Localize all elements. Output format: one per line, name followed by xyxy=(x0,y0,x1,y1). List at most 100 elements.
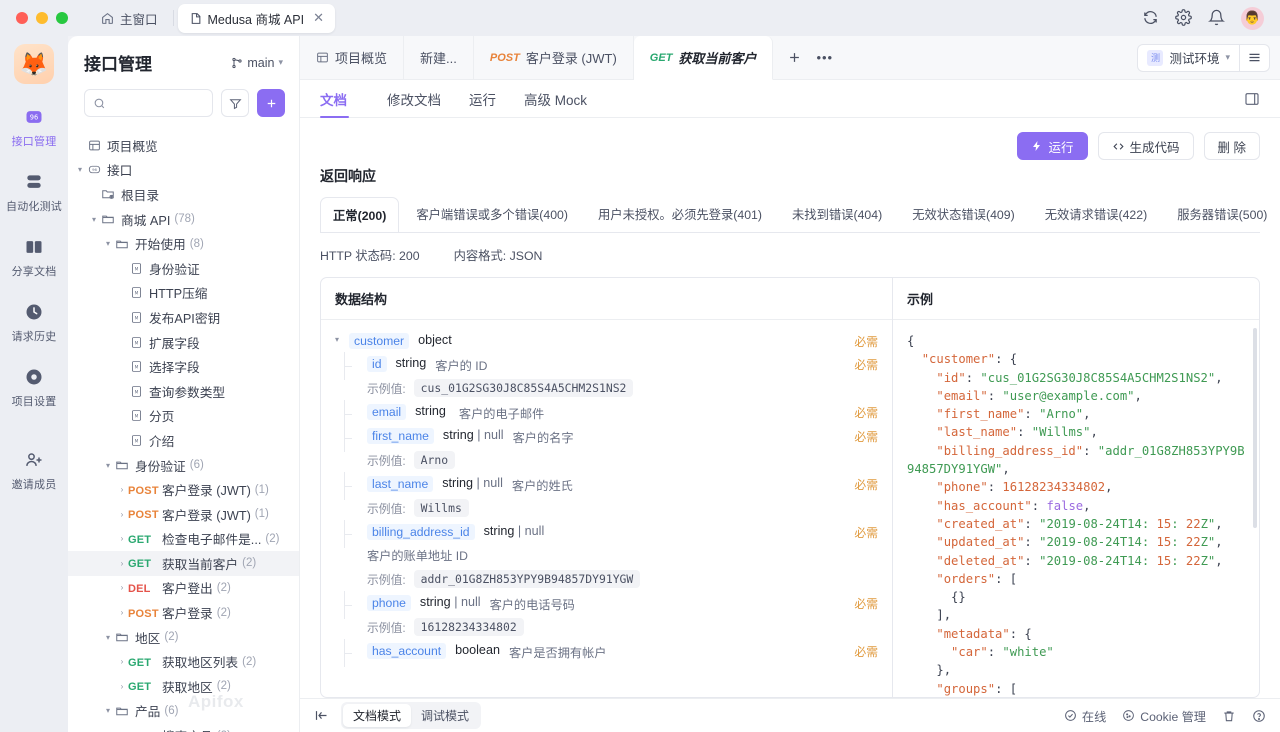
avatar[interactable]: 👨 xyxy=(1241,6,1264,30)
close-icon[interactable]: ✕ xyxy=(313,10,324,26)
tree-folder-item[interactable]: ▾ 地区 (2) xyxy=(68,625,299,650)
schema-field-row[interactable]: phone string | null 客户的电话号码 必需 xyxy=(335,591,878,619)
tree-folder-item[interactable]: ▾ 96 接口 xyxy=(68,158,299,183)
editor-tab[interactable]: 项目概览 xyxy=(300,36,405,79)
schema-field-row[interactable]: ▾ customer object 必需 xyxy=(335,330,878,353)
search-input[interactable] xyxy=(112,96,204,110)
tree-folder-item[interactable]: M 扩展字段 xyxy=(68,330,299,355)
tree-folder-item[interactable]: M 选择字段 xyxy=(68,354,299,379)
tree-api-item[interactable]: › DEL 客户登出 (2) xyxy=(68,576,299,601)
tree-folder-item[interactable]: ▾ 身份验证 (6) xyxy=(68,453,299,478)
rail-item-settings[interactable]: 项目设置 xyxy=(2,366,66,409)
schema-field-row[interactable]: first_name string | null 客户的名字 必需 xyxy=(335,424,878,452)
tree-folder-item[interactable]: M 查询参数类型 xyxy=(68,379,299,404)
rail-item-history[interactable]: 请求历史 xyxy=(2,301,66,344)
tree-folder-item[interactable]: M 分页 xyxy=(68,404,299,429)
response-status-tab[interactable]: 未找到错误(404) xyxy=(779,196,895,232)
tree-folder-item[interactable]: M 介绍 xyxy=(68,428,299,453)
caret-icon[interactable]: › xyxy=(116,657,128,666)
caret-icon[interactable]: › xyxy=(116,682,128,691)
caret-icon[interactable]: › xyxy=(116,559,128,568)
maximize-window-button[interactable] xyxy=(56,12,68,24)
caret-icon[interactable]: ▾ xyxy=(102,633,114,642)
tree-api-item[interactable]: › GET 获取当前客户 (2) xyxy=(68,551,299,576)
doc-subtab[interactable]: 文档 xyxy=(320,80,361,118)
response-status-tab[interactable]: 服务器错误(500) xyxy=(1164,196,1280,232)
schema-field-row[interactable]: email string 客户的电子邮件 必需 xyxy=(335,400,878,428)
caret-icon[interactable]: ▾ xyxy=(102,706,114,715)
search-box[interactable] xyxy=(84,89,213,117)
mode-doc[interactable]: 文档模式 xyxy=(343,704,412,727)
tree-folder-item[interactable]: 项目概览 xyxy=(68,133,299,158)
mode-debug[interactable]: 调试模式 xyxy=(411,704,479,727)
schema-body[interactable]: ▾ customer object 必需 id string 客户的 ID 必需 示例值: cus… xyxy=(321,320,892,697)
tree-folder-item[interactable]: M 发布API密钥 xyxy=(68,305,299,330)
menu-icon[interactable] xyxy=(1240,43,1270,72)
caret-icon[interactable]: › xyxy=(116,510,128,519)
window-tab-home[interactable]: 主窗口 xyxy=(90,4,169,33)
new-tab-button[interactable] xyxy=(787,50,802,65)
example-body[interactable]: { "customer": { "id": "cus_01G2SG30J8C85… xyxy=(893,320,1259,697)
tree-folder-item[interactable]: ▾ 开始使用 (8) xyxy=(68,231,299,256)
close-window-button[interactable] xyxy=(16,12,28,24)
delete-button[interactable]: 删 除 xyxy=(1203,132,1260,160)
add-api-button[interactable] xyxy=(257,89,285,117)
more-tabs-icon[interactable]: ••• xyxy=(816,50,833,65)
caret-icon[interactable]: › xyxy=(116,485,128,494)
schema-field-row[interactable]: id string 客户的 ID 必需 xyxy=(335,352,878,380)
editor-tab[interactable]: 新建... xyxy=(404,36,474,79)
caret-icon[interactable]: › xyxy=(116,534,128,543)
editor-tab[interactable]: POST 客户登录 (JWT) xyxy=(474,36,634,79)
minimize-window-button[interactable] xyxy=(36,12,48,24)
filter-icon[interactable] xyxy=(221,89,249,117)
rail-item-share-doc[interactable]: 分享文档 xyxy=(2,236,66,279)
environment-selector[interactable]: 测 测试环境 ▾ xyxy=(1137,43,1240,72)
editor-tab[interactable]: GET 获取当前客户 xyxy=(633,36,774,80)
rail-item-invite[interactable]: 邀请成员 xyxy=(2,449,66,492)
gear-icon[interactable] xyxy=(1175,9,1193,27)
response-status-tab[interactable]: 用户未授权。必须先登录(401) xyxy=(585,196,775,232)
branch-selector[interactable]: main ▾ xyxy=(231,56,283,70)
tree-api-item[interactable]: › POST 客户登录 (2) xyxy=(68,600,299,625)
tree-api-item[interactable]: › POST 客户登录 (JWT) (1) xyxy=(68,502,299,527)
run-button[interactable]: 运行 xyxy=(1017,132,1088,160)
tree-api-item[interactable]: › GET 获取地区 (2) xyxy=(68,674,299,699)
refresh-icon[interactable] xyxy=(1142,9,1160,27)
response-status-tab[interactable]: 无效请求错误(422) xyxy=(1032,196,1161,232)
schema-field-row[interactable]: last_name string | null 客户的姓氏 必需 xyxy=(335,472,878,500)
caret-icon[interactable]: ▾ xyxy=(88,215,100,224)
response-status-tab[interactable]: 客户端错误或多个错误(400) xyxy=(403,196,581,232)
doc-subtab[interactable]: 运行 xyxy=(455,80,510,118)
tree-api-item[interactable]: › POST 客户登录 (JWT) (1) xyxy=(68,477,299,502)
bell-icon[interactable] xyxy=(1208,9,1226,27)
schema-field-row[interactable]: billing_address_id string | null 必需 xyxy=(335,520,878,548)
online-status[interactable]: 在线 xyxy=(1064,707,1106,725)
generate-code-button[interactable]: 生成代码 xyxy=(1097,132,1194,160)
tree-folder-item[interactable]: M 身份验证 xyxy=(68,256,299,281)
cookie-manager[interactable]: Cookie 管理 xyxy=(1122,707,1206,725)
caret-icon[interactable]: ▾ xyxy=(74,165,86,174)
collapse-left-icon[interactable] xyxy=(314,708,329,723)
doc-subtab[interactable]: 修改文档 xyxy=(373,80,455,118)
window-tab-project[interactable]: Medusa 商城 API ✕ xyxy=(177,3,335,33)
rail-item-api[interactable]: 96 接口管理 xyxy=(2,106,66,149)
scrollbar-thumb[interactable] xyxy=(1253,328,1257,528)
tree-api-item[interactable]: ›POST搜索产品(2) xyxy=(68,723,299,732)
caret-icon[interactable]: ▾ xyxy=(335,335,339,344)
doc-subtab[interactable]: 高级 Mock xyxy=(510,80,601,118)
tree-api-item[interactable]: › GET 获取地区列表 (2) xyxy=(68,649,299,674)
response-status-tab[interactable]: 正常(200) xyxy=(320,197,400,233)
panel-toggle-icon[interactable] xyxy=(1244,91,1260,107)
caret-icon[interactable]: ▾ xyxy=(102,461,114,470)
trash-icon[interactable] xyxy=(1222,709,1236,723)
help-icon[interactable] xyxy=(1252,709,1266,723)
api-tree[interactable]: 项目概览 ▾ 96 接口 根目录 ▾ 商城 API (78) ▾ 开始使用 (8) M 身份验证 M HTT… xyxy=(68,127,299,732)
tree-folder-item[interactable]: 根目录 xyxy=(68,182,299,207)
caret-icon[interactable]: ▾ xyxy=(102,239,114,248)
response-status-tab[interactable]: 无效状态错误(409) xyxy=(899,196,1028,232)
tree-api-item[interactable]: › GET 检查电子邮件是... (2) xyxy=(68,527,299,552)
tree-folder-item[interactable]: ▾ 商城 API (78) xyxy=(68,207,299,232)
caret-icon[interactable]: › xyxy=(116,608,128,617)
schema-field-row[interactable]: has_account boolean 客户是否拥有帐户 必需 xyxy=(335,639,878,667)
rail-item-automation[interactable]: 自动化测试 xyxy=(2,171,66,214)
